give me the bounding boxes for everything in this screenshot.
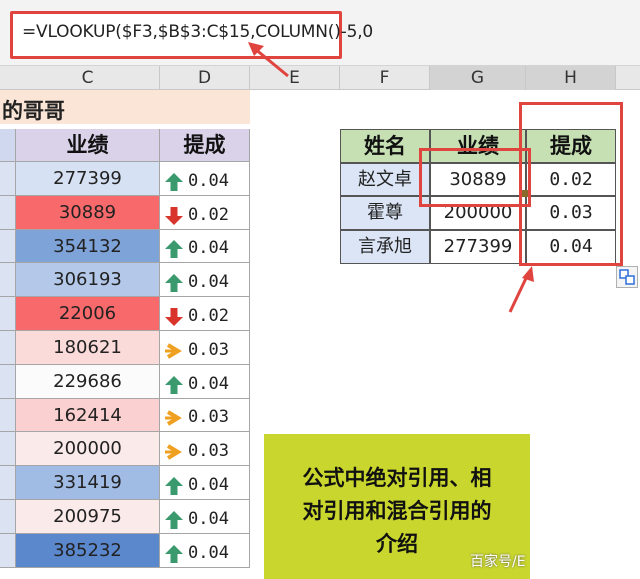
rt-name-cell[interactable]: 赵文卓 bbox=[340, 163, 430, 196]
header-performance[interactable]: 业绩 bbox=[16, 129, 160, 162]
rt-value-cell[interactable]: 277399 bbox=[430, 230, 526, 264]
commission-cell[interactable]: 0.02 bbox=[160, 196, 250, 230]
column-header-c[interactable]: C bbox=[16, 66, 160, 90]
rt-header-name[interactable]: 姓名 bbox=[340, 129, 430, 163]
header-commission[interactable]: 提成 bbox=[160, 129, 250, 162]
commission-rate: 0.04 bbox=[188, 374, 229, 394]
commission-cell[interactable]: 0.04 bbox=[160, 263, 250, 297]
commission-rate: 0.04 bbox=[188, 509, 229, 529]
formula-text: =VLOOKUP($F3,$B$3:C$15,COLUMN()-5,0 bbox=[22, 22, 374, 42]
yellow-right-arrow-icon bbox=[164, 337, 184, 359]
commission-rate: 0.04 bbox=[188, 171, 229, 191]
highlight-box-rates bbox=[519, 102, 623, 266]
performance-cell[interactable]: 200975 bbox=[16, 500, 160, 534]
performance-cell[interactable]: 180621 bbox=[16, 331, 160, 365]
green-up-arrow-icon bbox=[164, 269, 184, 292]
column-header-d[interactable]: D bbox=[160, 66, 250, 90]
paste-options-icon[interactable] bbox=[616, 266, 638, 288]
performance-cell[interactable]: 354132 bbox=[16, 230, 160, 263]
performance-cell[interactable]: 306193 bbox=[16, 263, 160, 297]
row-edge bbox=[0, 331, 16, 365]
commission-cell[interactable]: 0.03 bbox=[160, 331, 250, 365]
commission-cell[interactable]: 0.04 bbox=[160, 500, 250, 534]
commission-cell[interactable]: 0.02 bbox=[160, 297, 250, 331]
green-up-arrow-icon bbox=[164, 506, 184, 529]
highlight-box-value bbox=[419, 148, 531, 207]
annotation-arrow-icon bbox=[248, 42, 289, 78]
annotation-arrow-icon bbox=[508, 266, 534, 313]
commission-rate: 0.04 bbox=[188, 475, 229, 495]
commission-rate: 0.02 bbox=[188, 205, 229, 225]
commission-rate: 0.04 bbox=[188, 543, 229, 563]
column-header-f[interactable]: F bbox=[340, 66, 430, 90]
performance-cell[interactable]: 385232 bbox=[16, 534, 160, 568]
commission-cell[interactable]: 0.03 bbox=[160, 432, 250, 466]
title-partial: 的哥哥 bbox=[2, 99, 65, 123]
yellow-right-arrow-icon bbox=[164, 405, 184, 426]
column-header-h[interactable]: H bbox=[526, 66, 616, 90]
commission-cell[interactable]: 0.04 bbox=[160, 365, 250, 399]
row-edge bbox=[0, 365, 16, 399]
commission-cell[interactable]: 0.03 bbox=[160, 399, 250, 432]
performance-cell[interactable]: 22006 bbox=[16, 297, 160, 331]
green-up-arrow-icon bbox=[164, 236, 184, 258]
row-edge bbox=[0, 534, 16, 568]
performance-cell[interactable]: 30889 bbox=[16, 196, 160, 230]
column-header-g[interactable]: G bbox=[430, 66, 526, 90]
performance-cell[interactable]: 162414 bbox=[16, 399, 160, 432]
green-up-arrow-icon bbox=[164, 371, 184, 394]
callout-line: 公式中绝对引用、相 bbox=[302, 466, 492, 490]
row-edge bbox=[0, 297, 16, 331]
green-up-arrow-icon bbox=[164, 472, 184, 495]
row-edge bbox=[0, 399, 16, 432]
callout-line: 对引用和混合引用的 bbox=[302, 499, 492, 523]
red-down-arrow-icon bbox=[164, 202, 184, 225]
commission-cell[interactable]: 0.04 bbox=[160, 230, 250, 263]
row-edge bbox=[0, 196, 16, 230]
performance-cell[interactable]: 331419 bbox=[16, 466, 160, 500]
row-edge bbox=[0, 466, 16, 500]
commission-rate: 0.04 bbox=[188, 238, 229, 258]
commission-rate: 0.03 bbox=[188, 407, 229, 427]
row-edge bbox=[0, 432, 16, 466]
yellow-right-arrow-icon bbox=[164, 438, 184, 460]
callout-text: 公式中绝对引用、相 对引用和混合引用的 介绍 bbox=[270, 462, 524, 561]
row-edge bbox=[0, 500, 16, 534]
rt-name-cell[interactable]: 霍尊 bbox=[340, 196, 430, 230]
commission-rate: 0.02 bbox=[188, 306, 229, 326]
commission-rate: 0.03 bbox=[188, 340, 229, 360]
row-edge bbox=[0, 162, 16, 196]
green-up-arrow-icon bbox=[164, 540, 184, 563]
commission-rate: 0.04 bbox=[188, 272, 229, 292]
red-down-arrow-icon bbox=[164, 303, 184, 326]
row-edge bbox=[0, 230, 16, 263]
commission-rate: 0.03 bbox=[188, 441, 229, 461]
performance-cell[interactable]: 229686 bbox=[16, 365, 160, 399]
performance-cell[interactable]: 200000 bbox=[16, 432, 160, 466]
left-table-edge bbox=[0, 129, 16, 162]
performance-cell[interactable]: 277399 bbox=[16, 162, 160, 196]
row-edge bbox=[0, 263, 16, 297]
green-up-arrow-icon bbox=[164, 168, 184, 191]
rt-name-cell[interactable]: 言承旭 bbox=[340, 230, 430, 264]
commission-cell[interactable]: 0.04 bbox=[160, 466, 250, 500]
watermark: 百家号/E bbox=[470, 554, 526, 570]
commission-cell[interactable]: 0.04 bbox=[160, 162, 250, 196]
commission-cell[interactable]: 0.04 bbox=[160, 534, 250, 568]
